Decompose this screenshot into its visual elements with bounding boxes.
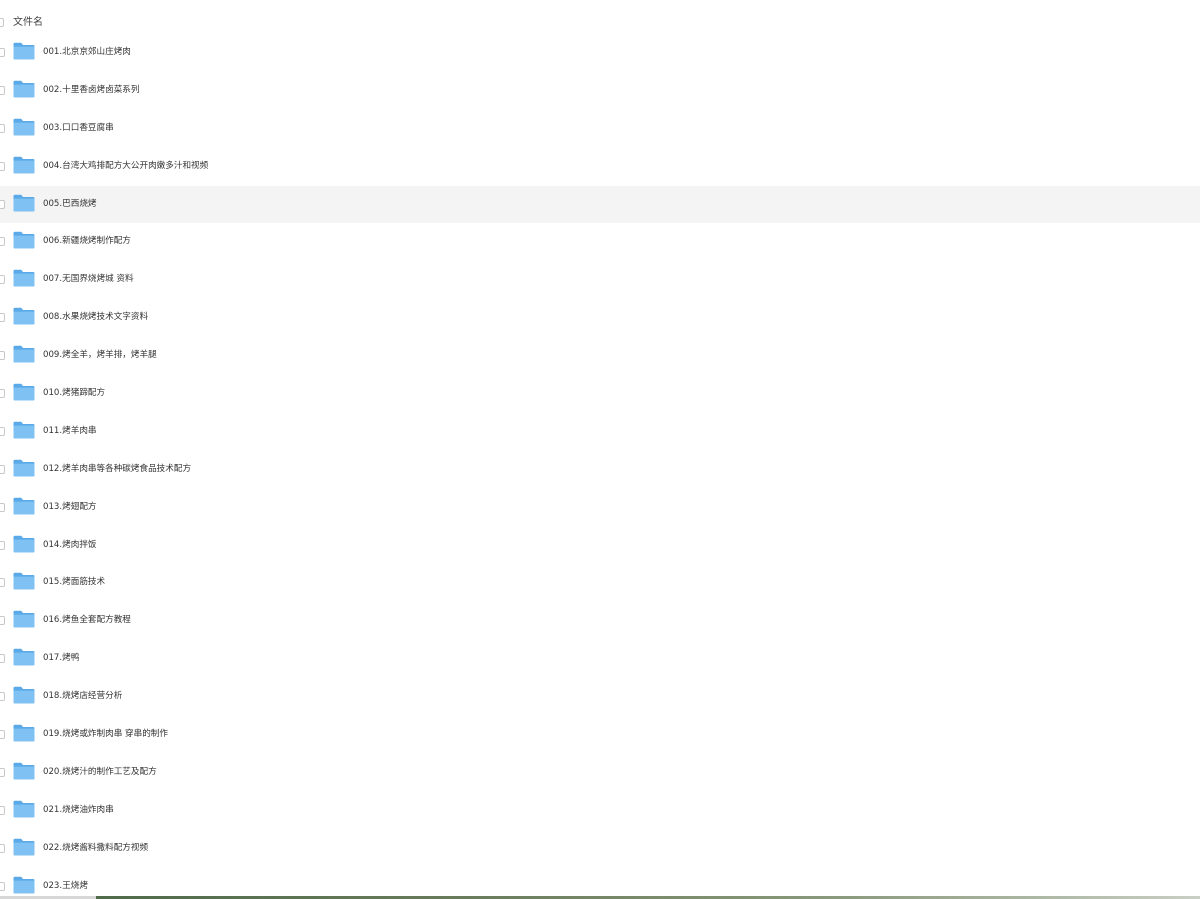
file-row[interactable]: 009.烤全羊，烤羊排，烤羊腿	[0, 337, 1200, 375]
file-name[interactable]: 019.烧烤或炸制肉串 穿串的制作	[43, 716, 168, 752]
row-checkbox[interactable]	[0, 237, 5, 247]
row-checkbox[interactable]	[0, 843, 5, 853]
file-row[interactable]: 021.烧烤油炸肉串	[0, 792, 1200, 830]
file-row[interactable]: 013.烤翅配方	[0, 489, 1200, 527]
row-checkbox[interactable]	[0, 654, 5, 664]
file-name[interactable]: 016.烤鱼全套配方教程	[43, 602, 131, 638]
file-row[interactable]: 018.烧烤店经营分析	[0, 678, 1200, 716]
file-name[interactable]: 004.台湾大鸡排配方大公开肉嫩多汁和视频	[43, 148, 208, 184]
folder-icon[interactable]	[13, 610, 35, 628]
row-checkbox[interactable]	[0, 275, 5, 285]
file-row[interactable]: 010.烤猪蹄配方	[0, 375, 1200, 413]
row-checkbox[interactable]	[0, 730, 5, 740]
row-checkbox[interactable]	[0, 502, 5, 512]
file-name[interactable]: 003.口口香豆腐串	[43, 110, 114, 146]
file-name[interactable]: 005.巴西烧烤	[43, 186, 97, 222]
file-name[interactable]: 017.烤鸭	[43, 640, 79, 676]
row-checkbox[interactable]	[0, 313, 5, 323]
file-row[interactable]: 011.烤羊肉串	[0, 413, 1200, 451]
folder-icon[interactable]	[13, 269, 35, 287]
file-name[interactable]: 006.新疆烧烤制作配方	[43, 223, 131, 259]
folder-icon[interactable]	[13, 497, 35, 515]
file-row[interactable]: 004.台湾大鸡排配方大公开肉嫩多汁和视频	[0, 148, 1200, 186]
folder-icon[interactable]	[13, 118, 35, 136]
file-name[interactable]: 011.烤羊肉串	[43, 413, 97, 449]
folder-icon[interactable]	[13, 345, 35, 363]
folder-icon[interactable]	[13, 459, 35, 477]
file-name[interactable]: 014.烤肉拌饭	[43, 527, 97, 563]
row-checkbox[interactable]	[0, 692, 5, 702]
row-checkbox[interactable]	[0, 48, 5, 57]
file-name[interactable]: 015.烤面筋技术	[43, 564, 105, 600]
file-row[interactable]: 003.口口香豆腐串	[0, 110, 1200, 148]
file-row[interactable]: 020.烧烤汁的制作工艺及配方	[0, 754, 1200, 792]
column-header-filename[interactable]: 文件名	[13, 12, 43, 34]
folder-icon[interactable]	[13, 876, 35, 894]
file-name[interactable]: 007.无国界烧烤城 资料	[43, 261, 134, 297]
row-checkbox[interactable]	[0, 540, 5, 550]
file-row[interactable]: 001.北京京郊山庄烤肉	[0, 34, 1200, 72]
file-row[interactable]: 008.水果烧烤技术文字资料	[0, 299, 1200, 337]
file-row[interactable]: 022.烧烤酱料撒料配方视频	[0, 830, 1200, 868]
folder-icon[interactable]	[13, 421, 35, 439]
row-checkbox[interactable]	[0, 351, 5, 361]
file-name[interactable]: 023.王烧烤	[43, 868, 88, 899]
folder-icon[interactable]	[13, 156, 35, 174]
file-name[interactable]: 018.烧烤店经营分析	[43, 678, 122, 714]
folder-icon[interactable]	[13, 42, 35, 60]
folder-icon[interactable]	[13, 194, 35, 212]
file-rows: 001.北京京郊山庄烤肉 002.十里香卤烤卤菜系列 003.口口香豆腐串 004.台…	[0, 34, 1200, 899]
folder-icon[interactable]	[13, 572, 35, 590]
file-name[interactable]: 022.烧烤酱料撒料配方视频	[43, 830, 148, 866]
select-all-checkbox[interactable]	[0, 18, 4, 27]
file-row[interactable]: 012.烤羊肉串等各种碳烤食品技术配方	[0, 451, 1200, 489]
folder-icon[interactable]	[13, 231, 35, 249]
row-checkbox[interactable]	[0, 199, 5, 209]
file-row[interactable]: 007.无国界烧烤城 资料	[0, 261, 1200, 299]
row-checkbox[interactable]	[0, 389, 5, 399]
folder-icon[interactable]	[13, 762, 35, 780]
row-checkbox[interactable]	[0, 881, 5, 891]
file-list-header: 文件名	[0, 12, 1200, 34]
row-checkbox[interactable]	[0, 426, 5, 436]
folder-icon[interactable]	[13, 686, 35, 704]
row-checkbox[interactable]	[0, 123, 5, 133]
file-name[interactable]: 002.十里香卤烤卤菜系列	[43, 72, 139, 108]
file-list: 文件名 001.北京京郊山庄烤肉 002.十里香卤烤卤菜系列 003.口口香豆腐串 0…	[0, 0, 1200, 899]
file-name[interactable]: 013.烤翅配方	[43, 489, 97, 525]
file-name[interactable]: 001.北京京郊山庄烤肉	[43, 34, 131, 70]
folder-icon[interactable]	[13, 383, 35, 401]
folder-icon[interactable]	[13, 838, 35, 856]
file-row[interactable]: 023.王烧烤	[0, 868, 1200, 899]
row-checkbox[interactable]	[0, 578, 5, 588]
file-name[interactable]: 010.烤猪蹄配方	[43, 375, 105, 411]
folder-icon[interactable]	[13, 80, 35, 98]
file-row[interactable]: 019.烧烤或炸制肉串 穿串的制作	[0, 716, 1200, 754]
row-checkbox[interactable]	[0, 805, 5, 815]
file-row[interactable]: 005.巴西烧烤	[0, 185, 1200, 224]
file-row[interactable]: 016.烤鱼全套配方教程	[0, 602, 1200, 640]
file-row[interactable]: 014.烤肉拌饭	[0, 527, 1200, 565]
file-name[interactable]: 020.烧烤汁的制作工艺及配方	[43, 754, 157, 790]
file-name[interactable]: 012.烤羊肉串等各种碳烤食品技术配方	[43, 451, 191, 487]
row-checkbox[interactable]	[0, 161, 5, 171]
folder-icon[interactable]	[13, 724, 35, 742]
file-row[interactable]: 002.十里香卤烤卤菜系列	[0, 72, 1200, 110]
file-row[interactable]: 017.烤鸭	[0, 640, 1200, 678]
folder-icon[interactable]	[13, 535, 35, 553]
row-checkbox[interactable]	[0, 85, 5, 95]
row-checkbox[interactable]	[0, 464, 5, 474]
file-row[interactable]: 015.烤面筋技术	[0, 564, 1200, 602]
file-name[interactable]: 021.烧烤油炸肉串	[43, 792, 114, 828]
folder-icon[interactable]	[13, 648, 35, 666]
file-name[interactable]: 009.烤全羊，烤羊排，烤羊腿	[43, 337, 157, 373]
folder-icon[interactable]	[13, 307, 35, 325]
file-name[interactable]: 008.水果烧烤技术文字资料	[43, 299, 148, 335]
row-checkbox[interactable]	[0, 616, 5, 626]
folder-icon[interactable]	[13, 800, 35, 818]
row-checkbox[interactable]	[0, 767, 5, 777]
file-row[interactable]: 006.新疆烧烤制作配方	[0, 223, 1200, 261]
